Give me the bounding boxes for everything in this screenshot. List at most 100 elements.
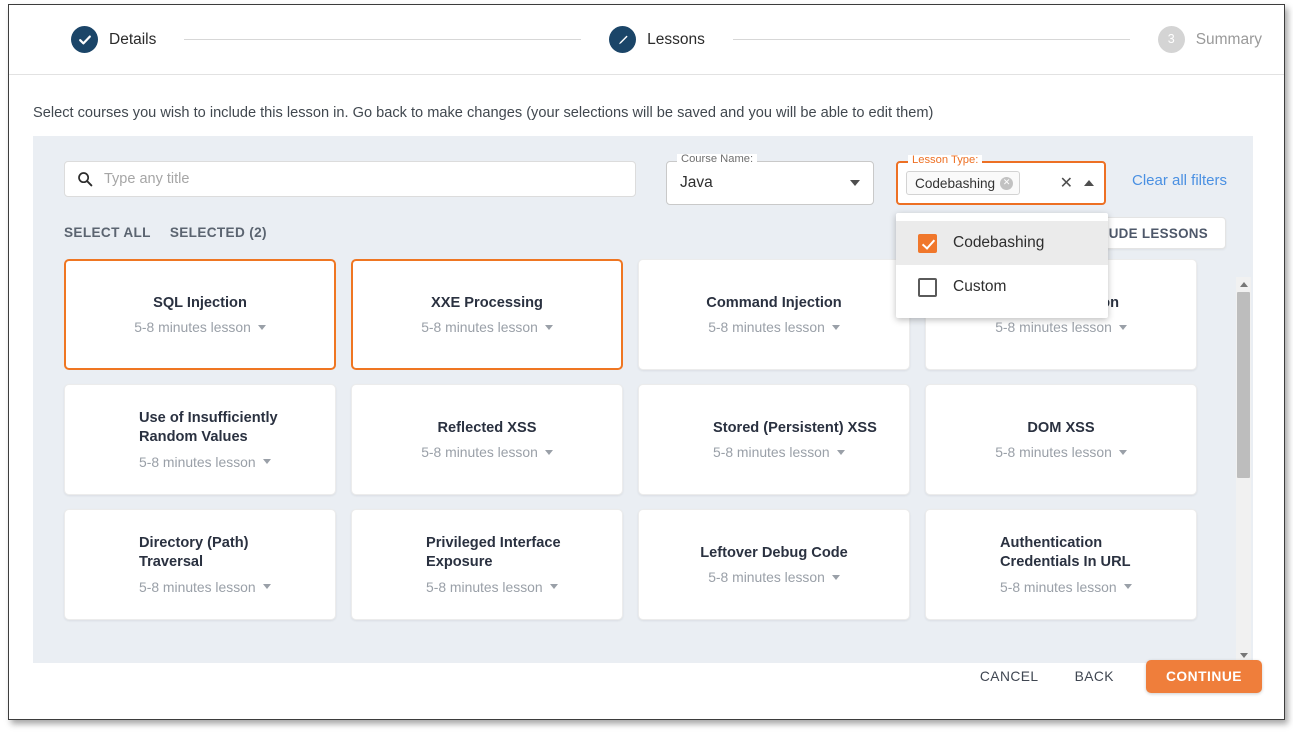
chevron-down-icon[interactable] bbox=[832, 575, 840, 580]
lesson-card[interactable]: Use of Insufficiently Random Values 5-8 m… bbox=[64, 384, 336, 495]
lesson-card-duration[interactable]: 5-8 minutes lesson bbox=[139, 454, 271, 470]
lesson-card[interactable]: Stored (Persistent) XSS5-8 minutes lesso… bbox=[638, 384, 910, 495]
lesson-grid-scrollbar[interactable] bbox=[1236, 277, 1251, 662]
lesson-card-duration[interactable]: 5-8 minutes lesson bbox=[1000, 579, 1132, 595]
lesson-card-title: Privileged Interface Exposure bbox=[426, 534, 602, 571]
lesson-card[interactable]: Reflected XSS5-8 minutes lesson bbox=[351, 384, 623, 495]
lesson-card[interactable]: SQL Injection 5-8 minutes lesson bbox=[64, 259, 336, 370]
chevron-down-icon[interactable] bbox=[1119, 325, 1127, 330]
lesson-duration-label: 5-8 minutes lesson bbox=[421, 444, 538, 460]
lesson-duration-label: 5-8 minutes lesson bbox=[713, 444, 830, 460]
lesson-card-duration[interactable]: 5-8 minutes lesson bbox=[421, 319, 553, 335]
chevron-down-icon[interactable] bbox=[258, 325, 266, 330]
wizard-stepper: Details Lessons 3 Summary bbox=[9, 5, 1284, 75]
lesson-card-title: Directory (Path) Traversal bbox=[139, 534, 315, 571]
lesson-duration-label: 5-8 minutes lesson bbox=[708, 569, 825, 585]
lesson-card-duration[interactable]: 5-8 minutes lesson bbox=[708, 569, 840, 585]
continue-button[interactable]: CONTINUE bbox=[1146, 660, 1262, 693]
chevron-down-icon[interactable] bbox=[545, 325, 553, 330]
lesson-type-chip-label: Codebashing bbox=[915, 176, 995, 191]
dropdown-option-label: Custom bbox=[953, 278, 1006, 296]
chevron-down-icon[interactable] bbox=[263, 584, 271, 589]
lesson-card-title: XXE Processing bbox=[431, 294, 543, 313]
lesson-type-dropdown-menu: Codebashing Custom bbox=[896, 213, 1108, 318]
lesson-card[interactable]: Authentication Credentials In URL 5-8 min… bbox=[925, 509, 1197, 620]
lesson-card-duration[interactable]: 5-8 minutes lesson bbox=[995, 319, 1127, 335]
course-name-value: Java bbox=[680, 174, 850, 192]
lesson-card-title: SQL Injection bbox=[153, 294, 247, 313]
lesson-card-duration[interactable]: 5-8 minutes lesson bbox=[995, 444, 1127, 460]
lesson-type-select[interactable]: Lesson Type: Codebashing ✕ ✕ bbox=[896, 161, 1106, 205]
lesson-card[interactable]: Command Injection 5-8 minutes lesson bbox=[638, 259, 910, 370]
chevron-down-icon[interactable] bbox=[1124, 584, 1132, 589]
lesson-card[interactable]: Leftover Debug Code5-8 minutes lesson bbox=[638, 509, 910, 620]
lesson-card-duration[interactable]: 5-8 minutes lesson bbox=[134, 319, 266, 335]
lesson-card-title: Authentication Credentials In URL bbox=[1000, 534, 1176, 571]
course-name-select[interactable]: Course Name: Java bbox=[666, 161, 874, 205]
chevron-down-icon[interactable] bbox=[550, 584, 558, 589]
lesson-duration-label: 5-8 minutes lesson bbox=[708, 319, 825, 335]
check-icon bbox=[71, 26, 98, 53]
filter-bar: Course Name: Java Lesson Type: Codebashi… bbox=[33, 136, 1253, 205]
dropdown-option-label: Codebashing bbox=[953, 234, 1044, 252]
clear-selection-icon[interactable]: ✕ bbox=[1060, 175, 1073, 191]
step-summary[interactable]: 3 Summary bbox=[1158, 26, 1262, 53]
checkbox-unchecked-icon[interactable] bbox=[918, 278, 937, 297]
lesson-card-duration[interactable]: 5-8 minutes lesson bbox=[426, 579, 558, 595]
clear-all-filters-link[interactable]: Clear all filters bbox=[1132, 172, 1227, 189]
chevron-up-icon[interactable] bbox=[1084, 180, 1094, 186]
lesson-selection-panel: Course Name: Java Lesson Type: Codebashi… bbox=[33, 136, 1253, 663]
chevron-down-icon[interactable] bbox=[837, 450, 845, 455]
lesson-duration-label: 5-8 minutes lesson bbox=[421, 319, 538, 335]
lesson-duration-label: 5-8 minutes lesson bbox=[995, 319, 1112, 335]
step-lessons[interactable]: Lessons bbox=[609, 26, 705, 53]
checkbox-checked-icon[interactable] bbox=[918, 234, 937, 253]
lesson-card-title: Use of Insufficiently Random Values bbox=[139, 409, 315, 446]
pencil-icon bbox=[609, 26, 636, 53]
lesson-duration-label: 5-8 minutes lesson bbox=[139, 454, 256, 470]
selected-count-label[interactable]: SELECTED (2) bbox=[170, 225, 267, 240]
chevron-down-icon[interactable] bbox=[545, 450, 553, 455]
chevron-down-icon[interactable] bbox=[263, 459, 271, 464]
lesson-card-duration[interactable]: 5-8 minutes lesson bbox=[139, 579, 271, 595]
instructions-text: Select courses you wish to include this … bbox=[9, 75, 1284, 123]
lesson-card[interactable]: DOM XSS 5-8 minutes lesson bbox=[925, 384, 1197, 495]
chevron-down-icon[interactable] bbox=[832, 325, 840, 330]
dropdown-option-codebashing[interactable]: Codebashing bbox=[896, 221, 1108, 265]
step-number-badge: 3 bbox=[1158, 26, 1185, 53]
lesson-card[interactable]: XXE Processing 5-8 minutes lesson bbox=[351, 259, 623, 370]
chip-remove-icon[interactable]: ✕ bbox=[1000, 177, 1013, 190]
search-input[interactable] bbox=[104, 171, 623, 187]
dropdown-option-custom[interactable]: Custom bbox=[896, 265, 1108, 309]
lesson-duration-label: 5-8 minutes lesson bbox=[426, 579, 543, 595]
step-summary-number: 3 bbox=[1168, 33, 1175, 46]
back-button[interactable]: BACK bbox=[1057, 661, 1132, 692]
lesson-card-title: Command Injection bbox=[706, 294, 841, 313]
lesson-duration-label: 5-8 minutes lesson bbox=[139, 579, 256, 595]
cancel-button[interactable]: CANCEL bbox=[962, 661, 1057, 692]
course-name-legend: Course Name: bbox=[677, 154, 757, 165]
step-lessons-label: Lessons bbox=[647, 31, 705, 49]
lesson-type-legend: Lesson Type: bbox=[908, 155, 982, 166]
lesson-card-duration[interactable]: 5-8 minutes lesson bbox=[713, 444, 845, 460]
chevron-down-icon[interactable] bbox=[850, 180, 860, 186]
scroll-up-button[interactable] bbox=[1236, 277, 1251, 291]
lesson-duration-label: 5-8 minutes lesson bbox=[995, 444, 1112, 460]
lesson-card-duration[interactable]: 5-8 minutes lesson bbox=[708, 319, 840, 335]
search-box[interactable] bbox=[64, 161, 636, 197]
step-summary-label: Summary bbox=[1196, 31, 1262, 49]
lesson-type-chip[interactable]: Codebashing ✕ bbox=[906, 171, 1020, 195]
step-details-label: Details bbox=[109, 31, 156, 49]
lesson-duration-label: 5-8 minutes lesson bbox=[134, 319, 251, 335]
lesson-card[interactable]: Privileged Interface Exposure 5-8 minutes… bbox=[351, 509, 623, 620]
scrollbar-thumb[interactable] bbox=[1237, 292, 1250, 478]
lesson-card[interactable]: Directory (Path) Traversal 5-8 minutes le… bbox=[64, 509, 336, 620]
lesson-type-actions: ✕ bbox=[1060, 175, 1094, 191]
step-details[interactable]: Details bbox=[71, 26, 156, 53]
stepper-connector-2 bbox=[733, 39, 1130, 40]
lesson-card-title: DOM XSS bbox=[1027, 419, 1094, 438]
lesson-card-duration[interactable]: 5-8 minutes lesson bbox=[421, 444, 553, 460]
select-all-button[interactable]: SELECT ALL bbox=[64, 225, 151, 240]
chevron-down-icon[interactable] bbox=[1119, 450, 1127, 455]
search-icon bbox=[77, 171, 93, 187]
